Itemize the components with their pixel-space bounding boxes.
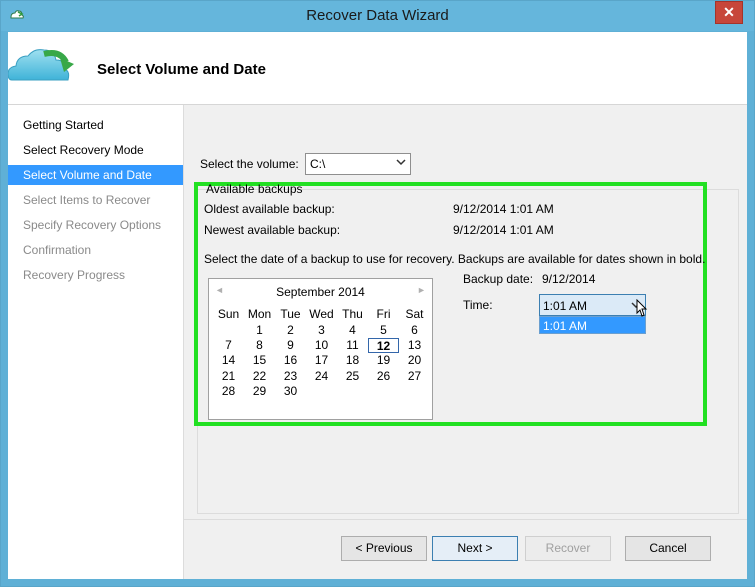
time-select[interactable]: 1:01 AM [539, 294, 646, 316]
calendar-day[interactable]: 26 [368, 369, 399, 384]
page-title: Select Volume and Date [97, 61, 266, 78]
calendar-day[interactable]: 17 [306, 353, 337, 368]
step-select-items-to-recover: Select Items to Recover [23, 193, 151, 207]
calendar-day[interactable]: 28 [213, 384, 244, 399]
time-value: 1:01 AM [543, 299, 588, 313]
previous-button[interactable]: < Previous [341, 536, 427, 561]
calendar-day[interactable]: 2 [275, 323, 306, 338]
calendar-day[interactable]: 23 [275, 369, 306, 384]
close-button[interactable]: ✕ [715, 1, 743, 24]
cancel-button[interactable]: Cancel [625, 536, 711, 561]
calendar-day[interactable]: 9 [275, 338, 306, 353]
cloud-recovery-icon [8, 49, 74, 81]
available-backups-label: Available backups [206, 182, 303, 196]
step-select-volume-and-date[interactable]: Select Volume and Date [8, 165, 183, 185]
weekday-header: Sun [217, 307, 240, 321]
backup-date-value: 9/12/2014 [542, 272, 596, 286]
calendar-day[interactable]: 30 [275, 384, 306, 399]
calendar-day[interactable]: 16 [275, 353, 306, 368]
instruction-text: Select the date of a backup to use for r… [204, 252, 706, 266]
volume-label: Select the volume: [200, 157, 299, 171]
mouse-cursor-icon [636, 299, 648, 317]
next-month-icon[interactable]: ► [417, 285, 426, 295]
calendar-day[interactable]: 4 [337, 323, 368, 338]
calendar-day[interactable]: 5 [368, 323, 399, 338]
wizard-steps: Getting Started Select Recovery Mode Sel… [8, 105, 184, 579]
calendar-day[interactable]: 10 [306, 338, 337, 353]
oldest-backup-label: Oldest available backup: [204, 202, 335, 216]
weekday-header: Tue [280, 307, 301, 321]
chevron-down-icon [396, 159, 406, 166]
calendar-day[interactable]: 20 [399, 353, 430, 368]
recover-button: Recover [525, 536, 611, 561]
step-getting-started[interactable]: Getting Started [8, 115, 183, 135]
next-button[interactable]: Next > [432, 536, 518, 561]
oldest-backup-value: 9/12/2014 1:01 AM [453, 202, 554, 216]
calendar-day[interactable]: 25 [337, 369, 368, 384]
calendar-day[interactable]: 14 [213, 353, 244, 368]
calendar-day[interactable]: 24 [306, 369, 337, 384]
calendar-day[interactable]: 13 [399, 338, 430, 353]
calendar-day-selected[interactable]: 12 [368, 338, 399, 354]
calendar-day[interactable]: 11 [337, 338, 368, 353]
weekday-header: Sat [405, 307, 424, 321]
step-select-recovery-mode[interactable]: Select Recovery Mode [8, 140, 183, 160]
main-panel: Select the volume: C:\ Available backups… [184, 105, 747, 579]
weekday-header: Mon [247, 307, 272, 321]
volume-value: C:\ [310, 157, 326, 171]
footer-divider [184, 519, 747, 520]
time-option[interactable]: 1:01 AM [539, 316, 646, 334]
wizard-window: Recover Data Wizard ✕ Select Volume and … [0, 0, 755, 587]
step-recovery-progress: Recovery Progress [23, 268, 126, 282]
calendar-day[interactable]: 29 [244, 384, 275, 399]
time-label: Time: [463, 298, 493, 312]
calendar-day[interactable]: 22 [244, 369, 275, 384]
volume-select[interactable]: C:\ [305, 153, 411, 175]
calendar-day[interactable]: 19 [368, 353, 399, 368]
calendar-day[interactable]: 3 [306, 323, 337, 338]
backup-date-label: Backup date: [463, 272, 534, 286]
calendar-month: September 2014 [276, 285, 365, 299]
calendar-day[interactable]: 27 [399, 369, 430, 384]
calendar-day[interactable]: 6 [399, 323, 430, 338]
newest-backup-value: 9/12/2014 1:01 AM [453, 223, 554, 237]
time-option-label: 1:01 AM [543, 319, 588, 333]
step-confirmation: Confirmation [23, 243, 92, 257]
step-specify-recovery-options: Specify Recovery Options [23, 218, 162, 232]
wizard-header: Select Volume and Date [8, 32, 747, 105]
title-bar[interactable]: Recover Data Wizard ✕ [1, 1, 754, 31]
newest-backup-label: Newest available backup: [204, 223, 341, 237]
calendar-day[interactable]: 8 [244, 338, 275, 353]
window-title: Recover Data Wizard [306, 7, 449, 24]
weekday-header: Thu [342, 307, 363, 321]
backup-calendar[interactable]: ◄ September 2014 ► Sun Mon Tue Wed Thu Fri Sat… [208, 278, 433, 420]
calendar-day[interactable]: 15 [244, 353, 275, 368]
weekday-header: Wed [309, 307, 334, 321]
calendar-day[interactable]: 7 [213, 338, 244, 353]
calendar-day[interactable]: 18 [337, 353, 368, 368]
calendar-day[interactable]: 21 [213, 369, 244, 384]
wizard-client: Select Volume and Date Getting Started S… [8, 32, 747, 579]
weekday-header: Fri [376, 307, 391, 321]
calendar-day[interactable]: 1 [244, 323, 275, 338]
